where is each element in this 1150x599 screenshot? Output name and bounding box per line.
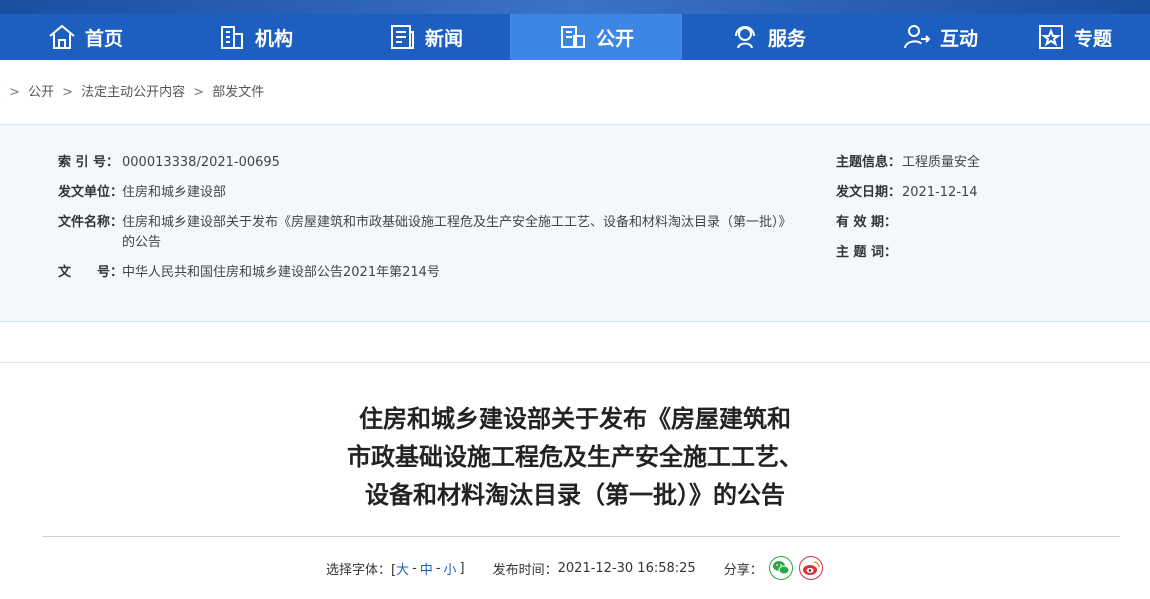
info-index-value: 000013338/2021-00695	[122, 155, 280, 170]
home-icon	[49, 24, 75, 49]
info-keyword-label: 主 题 词：	[836, 245, 898, 260]
document-info-panel: 索 引 号： 000013338/2021-00695 发文单位： 住房和城乡建…	[0, 124, 1150, 322]
nav-disclosure[interactable]: 公开	[510, 14, 682, 60]
font-size-small-button[interactable]: 小	[444, 559, 457, 578]
breadcrumb-home[interactable]: 页	[0, 85, 1, 100]
nav-interaction-label: 互动	[939, 27, 978, 50]
nav-interaction[interactable]: 互动	[854, 14, 1026, 60]
info-index-row: 索 引 号： 000013338/2021-00695	[58, 153, 280, 173]
wechat-icon	[772, 561, 790, 575]
nav-home[interactable]: 首页	[0, 14, 170, 60]
page-title-line2: 市政基础设施工程危及生产安全施工工艺、	[347, 443, 803, 471]
main-nav: 首页 机构 新闻 公开 服务 互动 专题	[0, 14, 1150, 60]
breadcrumb-statutory[interactable]: 法定主动公开内容	[81, 85, 185, 100]
publish-time-label: 发布时间：	[492, 562, 558, 578]
nav-news-label: 新闻	[424, 27, 463, 50]
info-date-value: 2021-12-14	[902, 185, 978, 200]
info-unit-row: 发文单位： 住房和城乡建设部	[58, 183, 226, 203]
info-date-label: 发文日期：	[836, 185, 902, 200]
nav-organization-label: 机构	[254, 27, 293, 50]
nav-disclosure-label: 公开	[595, 27, 634, 50]
page-title: 住房和城乡建设部关于发布《房屋建筑和 市政基础设施工程危及生产安全施工工艺、 设…	[0, 400, 1150, 514]
article-meta: 选择字体：[ 大 - 中 - 小 ] 发布时间： 2021-12-30 16:5…	[326, 556, 823, 580]
divider-top	[0, 362, 1150, 363]
info-docno-value: 中华人民共和国住房和城乡建设部公告2021年第214号	[122, 265, 440, 280]
breadcrumb-ministry-docs[interactable]: 部发文件	[212, 85, 264, 100]
page-title-line3: 设备和材料淘汰目录（第一批）》的公告	[365, 481, 785, 509]
share-label: 分享：	[723, 562, 763, 578]
service-icon	[734, 26, 755, 49]
font-size-large-button[interactable]: 大	[396, 559, 409, 578]
info-name-value: 住房和城乡建设部关于发布《房屋建筑和市政基础设施工程危及生产安全施工工艺、设备和…	[122, 213, 812, 253]
info-date-row: 发文日期： 2021-12-14	[836, 183, 978, 203]
info-topic-row: 主题信息： 工程质量安全	[836, 153, 980, 173]
info-keyword-row: 主 题 词：	[836, 243, 902, 263]
building-icon	[220, 26, 243, 49]
info-docno-row: 文 号： 中华人民共和国住房和城乡建设部公告2021年第214号	[58, 263, 440, 283]
header-banner-strip	[0, 0, 1150, 14]
breadcrumb-disclosure[interactable]: 公开	[28, 85, 54, 100]
disclosure-icon	[560, 26, 585, 48]
nav-service[interactable]: 服务	[682, 14, 854, 60]
interaction-icon	[903, 25, 931, 49]
page-title-line1: 住房和城乡建设部关于发布《房屋建筑和	[359, 405, 791, 433]
info-unit-value: 住房和城乡建设部	[122, 185, 227, 200]
publish-time-value: 2021-12-30 16:58:25	[557, 560, 696, 576]
nav-news[interactable]: 新闻	[340, 14, 510, 60]
info-name-value-line1: 住房和城乡建设部关于发布《房屋建筑和市政基础设施工程危及生产安全施工工艺、设备和…	[122, 215, 792, 230]
info-valid-label: 有 效 期：	[836, 215, 898, 230]
info-unit-label: 发文单位：	[58, 185, 124, 200]
info-name-row: 文件名称： 住房和城乡建设部关于发布《房屋建筑和市政基础设施工程危及生产安全施工…	[58, 213, 812, 253]
nav-home-label: 首页	[84, 27, 123, 50]
nav-service-label: 服务	[767, 27, 806, 50]
info-name-value-line2: 的公告	[122, 235, 162, 250]
info-topic-value: 工程质量安全	[902, 155, 981, 170]
nav-organization[interactable]: 机构	[170, 14, 340, 60]
info-name-label: 文件名称：	[58, 215, 124, 230]
nav-topic[interactable]: 专题	[1026, 14, 1150, 60]
news-icon	[390, 25, 414, 49]
topic-icon	[1039, 25, 1063, 49]
nav-topic-label: 专题	[1074, 27, 1113, 50]
info-index-label: 索 引 号：	[58, 155, 120, 170]
info-docno-label: 文 号：	[58, 265, 124, 280]
share-wechat-button[interactable]	[768, 556, 793, 580]
share-weibo-button[interactable]	[798, 556, 823, 580]
font-size-medium-button[interactable]: 中	[420, 559, 433, 578]
info-topic-label: 主题信息：	[836, 155, 902, 170]
font-size-label: 选择字体：[	[326, 562, 397, 578]
divider-title	[42, 536, 1120, 537]
info-valid-row: 有 效 期：	[836, 213, 902, 233]
breadcrumb: 页> 公开> 法定主动公开内容> 部发文件	[0, 81, 268, 100]
weibo-icon	[802, 561, 820, 575]
